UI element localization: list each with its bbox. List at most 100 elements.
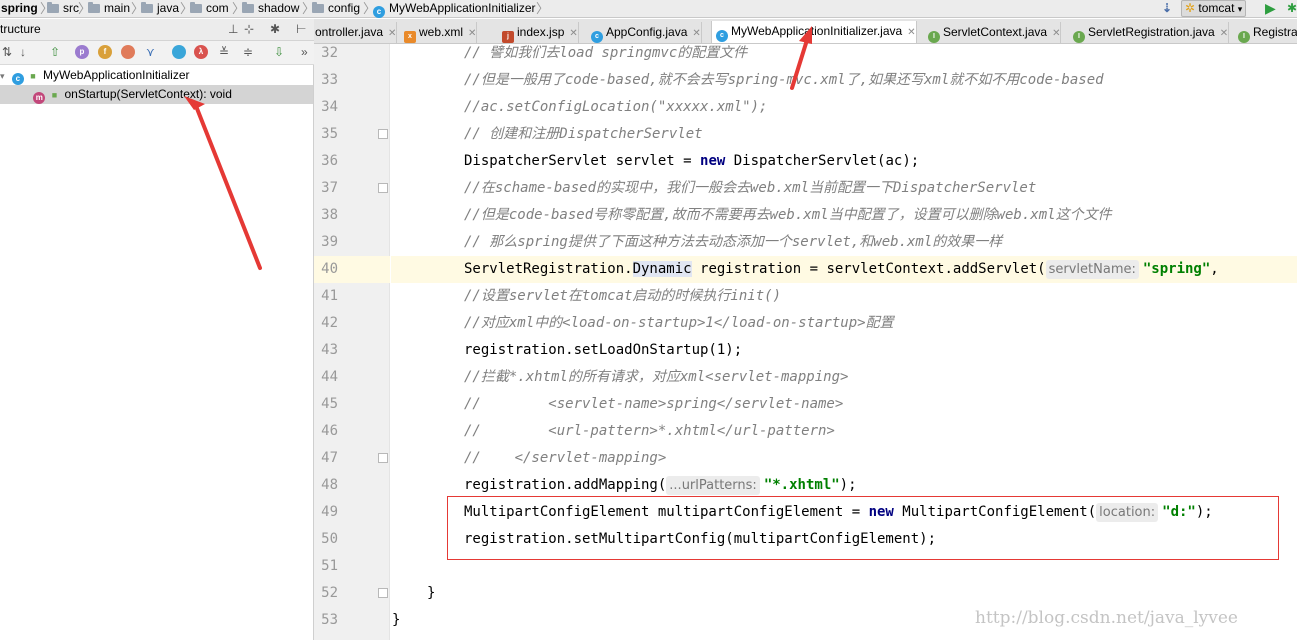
code-text: ); (839, 477, 857, 493)
fold-marker-icon[interactable] (378, 453, 388, 463)
show-inherited-icon[interactable]: ⇧ (50, 44, 60, 60)
tree-class-node[interactable]: ▾ c ■ MyWebApplicationInitializer (0, 66, 190, 85)
close-icon[interactable]: ✕ (1052, 28, 1060, 39)
code-comment: // 创建和注册DispatcherServlet (464, 126, 703, 142)
pin-icon[interactable]: ⊹ (244, 22, 254, 36)
code-highlighted-text: Dynamic (632, 261, 692, 277)
code-comment: //拦截*.xhtml的所有请求，对应xml<servlet-mapping> (464, 369, 849, 385)
line-number: 38 (321, 207, 338, 223)
tree-method-node[interactable]: m ■ onStartup(ServletContext): void (0, 85, 313, 104)
code-line[interactable]: registration.setLoadOnStartup(1); (391, 337, 1297, 364)
chevron-down-icon: ▾ (1237, 4, 1243, 14)
debug-icon[interactable]: ✱ (1287, 0, 1297, 18)
code-comment: //设置servlet在tomcat启动的时候执行init() (464, 288, 782, 304)
code-line[interactable]: // 那么spring提供了下面这种方法去动态添加一个servlet,和web.… (391, 229, 1297, 256)
close-icon[interactable]: ✕ (692, 28, 700, 39)
run-button[interactable]: ▶ (1265, 0, 1276, 18)
code-line[interactable]: DispatcherServlet servlet = new Dispatch… (391, 148, 1297, 175)
code-line[interactable]: registration.addMapping(...urlPatterns: "… (391, 472, 1297, 499)
class-icon: c (716, 30, 728, 42)
code-text: DispatcherServlet servlet = (464, 153, 701, 169)
code-line[interactable]: ServletRegistration.Dynamic registration… (391, 256, 1297, 283)
visibility-icon: ■ (51, 90, 58, 100)
code-line[interactable]: // <servlet-name>spring</servlet-name> (391, 391, 1297, 418)
fold-marker-icon[interactable] (378, 183, 388, 193)
line-number: 51 (321, 558, 338, 574)
show-inner-classes-icon[interactable] (172, 45, 186, 59)
collapse-all-icon[interactable]: ≑ (243, 44, 253, 60)
line-number: 34 (321, 99, 338, 115)
code-line[interactable]: } (391, 580, 1297, 607)
code-line[interactable]: //但是code-based号称零配置,故而不需要再去web.xml当中配置了，… (391, 202, 1297, 229)
gear-icon[interactable]: ✱ (270, 22, 280, 36)
tab-servlet-context[interactable]: I ServletContext.java ✕ (924, 22, 1062, 43)
code-line[interactable]: //对应xml中的<load-on-startup>1</load-on-sta… (391, 310, 1297, 337)
code-line[interactable]: //拦截*.xhtml的所有请求，对应xml<servlet-mapping> (391, 364, 1297, 391)
show-lambdas-icon[interactable]: λ (194, 45, 208, 59)
tab-my-web-application-initializer[interactable]: c MyWebApplicationInitializer.java ✕ (711, 21, 917, 43)
line-number: 35 (321, 126, 338, 142)
line-number: 48 (321, 477, 338, 493)
tab-servlet-registration[interactable]: I ServletRegistration.java ✕ (1069, 22, 1230, 43)
editor-gutter[interactable]: 32 33 34 35 36 37 38 39 40 41 42 43 44 45 46 47 48 49 50 51… (314, 44, 390, 640)
breadcrumb-project[interactable]: spring (1, 0, 38, 18)
show-non-public-icon[interactable] (121, 45, 135, 59)
breadcrumb-config[interactable]: config (312, 0, 360, 18)
show-properties-icon[interactable]: p (75, 45, 89, 59)
code-text: , (1210, 261, 1219, 277)
close-icon[interactable]: ✕ (388, 28, 396, 39)
fold-marker-icon[interactable] (378, 588, 388, 598)
structure-toolbar: ⇅ ↓ ⇧ p f ⋎ λ ≚ ≑ ⇩ » (0, 41, 314, 65)
code-line[interactable]: // 创建和注册DispatcherServlet (391, 121, 1297, 148)
line-number: 47 (321, 450, 338, 466)
breadcrumb-separator: 〉 (536, 1, 550, 16)
code-line[interactable]: //设置servlet在tomcat启动的时候执行init() (391, 283, 1297, 310)
sort-by-type-icon[interactable]: ⇅ (2, 44, 12, 60)
vcs-update-icon[interactable]: ⇣ (1162, 0, 1172, 18)
code-comment: //ac.setConfigLocation("xxxxx.xml"); (464, 99, 768, 115)
code-line[interactable]: //在schame-based的实现中，我们一般会去web.xml当前配置一下D… (391, 175, 1297, 202)
interface-icon: I (928, 31, 940, 43)
line-number: 37 (321, 180, 338, 196)
code-line[interactable]: //但是一般用了code-based,就不会去写spring-mvc.xml了,… (391, 67, 1297, 94)
breadcrumb-main[interactable]: main (88, 0, 130, 18)
line-number: 40 (321, 261, 338, 277)
collapse-icon[interactable]: ⊥ (228, 22, 238, 36)
close-icon[interactable]: ✕ (468, 28, 476, 39)
code-line[interactable]: //ac.setConfigLocation("xxxxx.xml"); (391, 94, 1297, 121)
tab-web-xml[interactable]: x web.xml ✕ (400, 22, 478, 43)
sort-alphabetically-icon[interactable]: ↓ (20, 44, 26, 60)
folder-icon (190, 2, 202, 13)
breadcrumb-java[interactable]: java (141, 0, 179, 18)
code-line[interactable]: // 譬如我们去load springmvc的配置文件 (391, 44, 1297, 67)
code-line[interactable]: // <url-pattern>*.xhtml</url-pattern> (391, 418, 1297, 445)
autoscroll-to-source-icon[interactable]: ⇩ (274, 44, 284, 60)
expand-arrow-icon[interactable]: ▾ (0, 71, 5, 81)
breadcrumb-com[interactable]: com (190, 0, 229, 18)
close-icon[interactable]: ✕ (907, 27, 915, 38)
fold-marker-icon[interactable] (378, 129, 388, 139)
structure-panel-title: tructure (0, 22, 41, 36)
folder-icon (47, 2, 59, 13)
breadcrumb-shadow[interactable]: shadow (242, 0, 299, 18)
more-icon[interactable]: » (301, 44, 308, 60)
close-icon[interactable]: ✕ (569, 28, 577, 39)
show-anonymous-icon[interactable]: ⋎ (146, 44, 155, 60)
expand-all-icon[interactable]: ≚ (219, 44, 229, 60)
parameter-hint: ...urlPatterns: (666, 476, 760, 495)
tab-registration[interactable]: I Registra (1234, 22, 1297, 43)
class-icon: c (373, 6, 385, 18)
code-line[interactable]: // </servlet-mapping> (391, 445, 1297, 472)
tab-index-jsp[interactable]: j index.jsp ✕ (498, 22, 579, 43)
breadcrumb-src[interactable]: src (47, 0, 79, 18)
run-config-select[interactable]: ✲ tomcat ▾ (1181, 0, 1247, 17)
show-fields-icon[interactable]: f (98, 45, 112, 59)
tab-app-config[interactable]: c AppConfig.java ✕ (587, 22, 702, 43)
close-icon[interactable]: ✕ (1220, 28, 1228, 39)
parameter-hint: servletName: (1045, 260, 1139, 279)
xml-file-icon: x (404, 31, 416, 43)
code-comment: //对应xml中的<load-on-startup>1</load-on-sta… (464, 315, 894, 331)
breadcrumb-file[interactable]: c MyWebApplicationInitializer (373, 0, 536, 18)
hide-panel-icon[interactable]: ⊢ (296, 22, 306, 36)
code-string: "*.xhtml" (763, 477, 840, 493)
